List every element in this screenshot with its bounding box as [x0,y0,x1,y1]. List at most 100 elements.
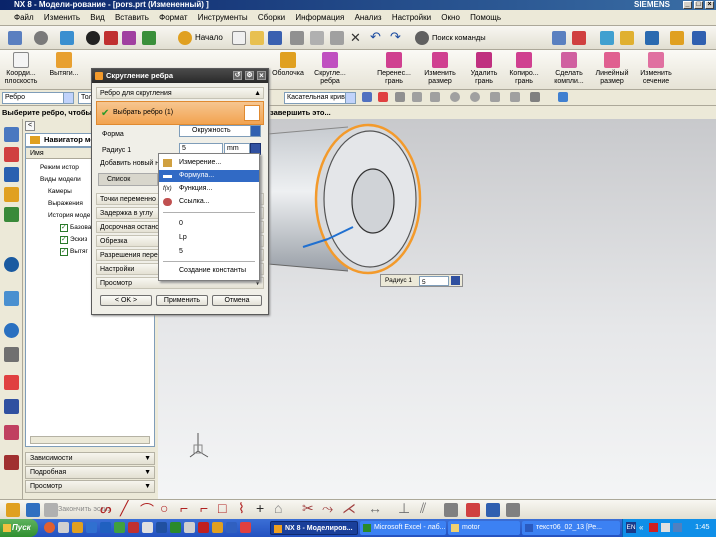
menu-format[interactable]: Формат [159,13,187,22]
menu-item-reference[interactable]: Ссылка... [159,196,259,208]
start-button[interactable]: Пуск [0,519,38,537]
edge-to-blend-section[interactable]: Ребро для скругления ▲ [96,87,264,99]
inferred-icon[interactable] [444,503,458,517]
menu-help[interactable]: Помощь [470,13,501,22]
checkbox-icon[interactable]: ✓ [60,248,68,256]
tool-icon-2[interactable] [572,31,586,45]
tray-icon-2[interactable] [661,523,670,532]
menu-information[interactable]: Информация [295,13,344,22]
language-indicator[interactable]: EN [626,522,636,533]
dialog-titlebar[interactable]: Скругление ребра ↺ ⚙ × [92,69,268,83]
select-edge-icon[interactable] [244,105,260,121]
tray-icon-3[interactable] [673,523,682,532]
quicklaunch-icon-6[interactable] [114,522,125,533]
filter-icon-1[interactable] [362,92,372,102]
offset-curve-icon[interactable]: ⌂ [274,500,282,516]
quicklaunch-icon-8[interactable] [142,522,153,533]
shading-icon[interactable] [86,31,100,45]
snap-icon-7[interactable] [510,92,520,102]
manufacturing-wizards-icon[interactable] [4,399,19,414]
snap-icon-8[interactable] [530,92,540,102]
tool-icon-3[interactable] [600,31,614,45]
tree-item-history-mode[interactable]: Режим истор [26,162,79,173]
menu-item-value-lp[interactable]: Lp [159,232,259,244]
details-section[interactable]: Подробная ▼ [25,466,155,479]
open-icon[interactable] [250,31,264,45]
dependencies-section[interactable]: Зависимости ▼ [25,452,155,465]
quicklaunch-icon-13[interactable] [212,522,223,533]
extrude-button[interactable]: Вытяги... [46,52,82,78]
radius-onscreen-value[interactable]: 5 [419,276,449,286]
edge-blend-button[interactable]: Скругле... ребра [310,52,350,86]
menu-assemblies[interactable]: Сборки [258,13,285,22]
start-menu-button[interactable]: Начало [195,33,223,42]
part-navigator-icon[interactable] [4,167,19,182]
menu-view[interactable]: Вид [90,13,104,22]
make-coplanar-button[interactable]: Сделать компли... [548,52,590,86]
hd3d-icon[interactable] [4,207,19,222]
move-face-button[interactable]: Перенес... грань [374,52,414,86]
quicklaunch-icon-4[interactable] [86,522,97,533]
shape-select[interactable]: Окружность [179,125,261,137]
constraint-navigator-icon[interactable] [4,147,19,162]
pin-icon[interactable] [30,136,40,144]
settings-icon[interactable] [34,31,48,45]
show-constraints-icon[interactable] [466,503,480,517]
relations-icon[interactable] [506,503,520,517]
menu-insert[interactable]: Вставить [115,13,149,22]
apply-button[interactable]: Применить [156,295,208,306]
line-icon[interactable]: ╱ [120,500,128,517]
preview-section[interactable]: Просмотр ▼ [25,480,155,493]
task-environment-icon[interactable] [26,503,40,517]
tray-icon-1[interactable] [649,523,658,532]
tree-item-model-views[interactable]: Виды модели [26,174,81,185]
tool-icon-6[interactable] [670,31,684,45]
snap-icon-3[interactable] [430,92,440,102]
quicklaunch-icon-12[interactable] [198,522,209,533]
menu-preferences[interactable]: Настройки [392,13,431,22]
tree-item-model-history[interactable]: История моде [26,210,90,221]
snap-icon-9[interactable] [558,92,568,102]
system-scene-icon[interactable] [4,455,19,470]
formula-menu-icon[interactable] [451,276,460,285]
edit-section-button[interactable]: Изменить сечение [636,52,676,86]
tree-item-expressions[interactable]: Выражения [26,198,83,209]
new-file-icon[interactable] [232,31,246,45]
menu-tools[interactable]: Инструменты [198,13,248,22]
quicklaunch-icon-14[interactable] [226,522,237,533]
layer-icon[interactable] [142,31,156,45]
snap-icon-6[interactable] [490,92,500,102]
maximize-button[interactable]: □ [694,1,703,9]
minimize-button[interactable]: _ [683,1,692,9]
delete-icon[interactable]: ✕ [350,30,361,46]
arc-icon[interactable]: ⌒ [140,500,154,520]
quicklaunch-icon-9[interactable] [156,522,167,533]
trim-icon[interactable]: ✂ [302,500,314,517]
copy-face-button[interactable]: Копиро... грань [506,52,542,86]
rectangle-icon[interactable]: □ [218,500,226,516]
web-browser-icon[interactable] [4,257,19,272]
mirror-icon[interactable]: ⫽ [420,500,426,517]
new-icon[interactable] [8,31,22,45]
snap-icon-4[interactable] [450,92,460,102]
polygon-icon[interactable]: ⌇ [238,500,245,517]
tray-expand-icon[interactable]: « [639,523,643,532]
find-command-button[interactable]: Поиск команды [432,33,486,42]
quicklaunch-icon-10[interactable] [170,522,181,533]
menu-edit[interactable]: Изменить [44,13,80,22]
shell-button[interactable]: Оболочка [270,52,306,78]
resize-face-button[interactable]: Изменить размер [420,52,460,86]
cut-icon[interactable] [290,31,304,45]
roles-icon[interactable] [4,425,19,440]
menu-window[interactable]: Окно [441,13,460,22]
ok-button[interactable]: < OK > [100,295,152,306]
tree-item-datum[interactable]: Базова [26,222,91,233]
filter-icon-2[interactable] [378,92,388,102]
menu-item-make-constant[interactable]: Создание константы [159,265,259,277]
point-icon[interactable]: + [256,500,264,516]
quicklaunch-icon-1[interactable] [44,522,55,533]
checkbox-icon[interactable]: ✓ [60,224,68,232]
process-studio-icon[interactable] [4,375,19,390]
gear-icon[interactable]: ⚙ [245,71,254,80]
taskbar-item-word[interactable]: текст06_02_13 [Ре... [522,521,620,535]
